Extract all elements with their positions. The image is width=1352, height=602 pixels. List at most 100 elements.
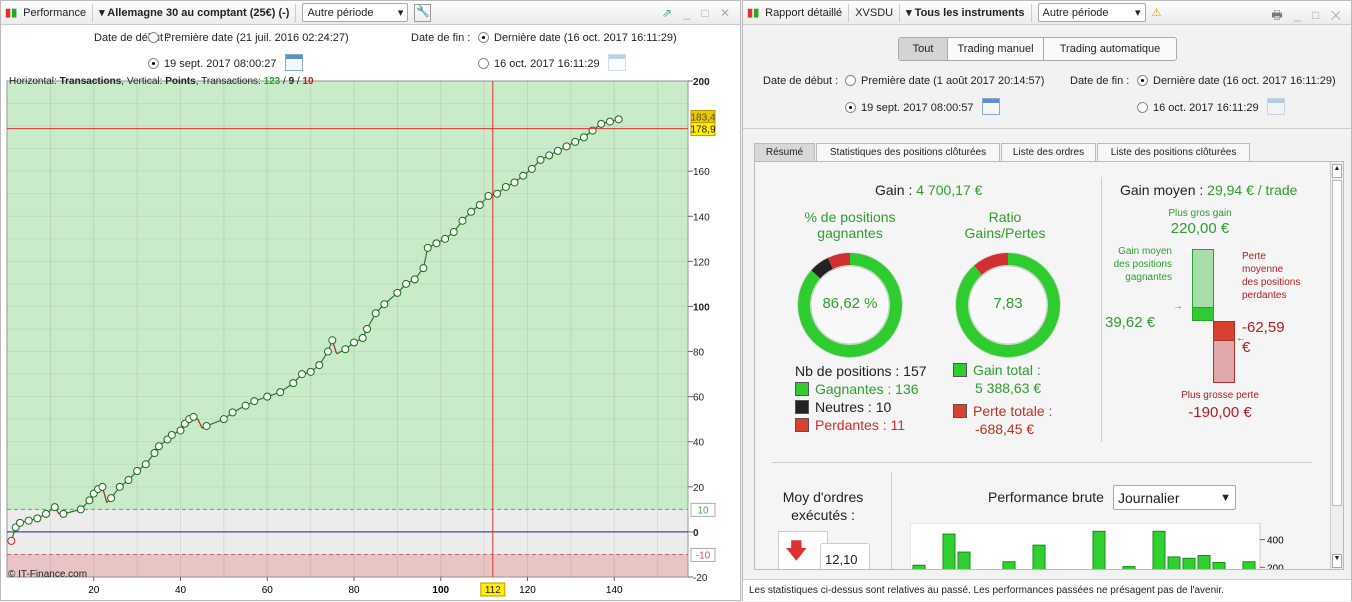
window-controls[interactable]: 🖶 _ □ ✕ [1271,6,1345,27]
scroll-up-button[interactable]: ▲ [1332,164,1342,178]
y-tick-label: 120 [693,257,710,268]
period-select[interactable]: Autre période ▾ [302,3,409,22]
data-point [432,239,441,248]
calendar-icon[interactable] [607,54,626,71]
black-swatch [795,400,809,414]
data-point [24,516,33,525]
end-custom-label: 16 oct. 2017 16:11:29 [494,58,600,70]
chevron-down-icon: ▾ [397,7,404,19]
last-value-label: 183,4 [690,112,715,123]
data-point [501,182,510,191]
data-point [323,347,332,356]
data-point [33,514,42,523]
y-tick-label: 60 [693,393,705,404]
data-point [393,288,402,297]
data-point [493,189,502,198]
start-first-label: Première date (1 août 2017 20:14:57) [861,75,1045,87]
tab-closed-stats[interactable]: Statistiques des positions clôturées [816,143,1000,161]
calendar-icon[interactable] [981,98,1000,115]
segment-auto[interactable]: Trading automatique [1044,38,1176,60]
end-custom-label: 16 oct. 2017 16:11:29 [1153,102,1259,114]
performance-bar-chart: 400 200 [910,523,1284,570]
perf-bar [957,551,971,569]
x-tick-label: 140 [606,585,623,596]
warning-icon[interactable]: ⚠ [1152,6,1162,19]
calendar-icon[interactable] [284,54,303,71]
orders-value: 12,10 [820,543,870,569]
data-point [545,151,554,160]
crosshair-x-label: 112 [485,585,501,596]
start-first-radio[interactable]: Première date (1 août 2017 20:14:57) [845,75,1044,87]
avg-loss-bar [1213,321,1235,341]
data-point [571,137,580,146]
watermark: © IT-Finance.com [8,569,88,580]
data-point [250,397,259,406]
data-point [423,243,432,252]
perf-bar [942,533,956,569]
period-select[interactable]: Autre période ▾ [1037,3,1146,22]
avg-loss-value: -62,59 € [1242,319,1285,356]
start-first-radio[interactable]: Première date (21 juil. 2016 02:24:27) [148,32,349,44]
x-tick-label: 40 [175,585,187,596]
arrow-right-icon: → [1173,301,1183,312]
perf-bar [1152,530,1166,569]
avg-win-value: 39,62 € [1105,314,1156,331]
upper-band-label: 10 [697,505,709,516]
segment-all[interactable]: Tout [899,38,948,60]
y-tick-label: 40 [693,438,705,449]
instrument-label: Allemagne 30 au comptant (25€) (-) [107,7,290,19]
data-point [358,334,367,343]
chart-info: Horizontal: Transactions, Vertical: Poin… [9,76,314,87]
end-last-radio[interactable]: Dernière date (16 oct. 2017 16:11:29) [478,32,677,44]
end-date-label: Date de fin : [1070,75,1130,87]
performance-chart[interactable]: 200160140120100806040200-2020 40 60 80 100 12… [1,71,741,602]
instrument-selector[interactable]: ▾ Allemagne 30 au comptant (25€) (-) [99,6,289,19]
data-point [536,155,545,164]
data-point [419,264,428,273]
data-point [363,325,372,333]
x-tick-label: 20 [88,585,100,596]
data-point [124,476,133,485]
neutrals-count: Neutres : 10 [815,399,892,415]
tab-summary[interactable]: Résumé [754,143,815,161]
calendar-icon[interactable] [1266,98,1285,115]
start-custom-radio[interactable]: 19 sept. 2017 08:00:27 [148,54,303,71]
perf-bar [1002,561,1016,569]
data-point [133,467,142,476]
perf-bar [1092,530,1106,569]
scroll-thumb[interactable] [1332,180,1342,506]
perf-bar [1182,557,1196,569]
winners-count: Gagnantes : 136 [815,381,919,397]
perf-bar [1242,561,1256,569]
perf-bar [1197,555,1211,569]
segment-manual[interactable]: Trading manuel [948,38,1044,60]
scroll-down-button[interactable]: ▼ [1332,554,1342,568]
avg-loss-label: Perte moyenne des positions perdantes [1242,251,1301,301]
account-label[interactable]: XVSDU [855,7,893,19]
data-point [410,275,419,284]
perf-bar [1167,556,1181,569]
tab-orders[interactable]: Liste des ordres [1001,143,1096,161]
scrollbar[interactable]: ▲ ▼ [1330,162,1343,569]
bar-y-tick-label: 200 [1267,563,1284,570]
max-gain-label: Plus gros gain [1168,208,1232,219]
perf-period-select[interactable]: Journalier ▼ [1113,485,1236,510]
performance-toolbar: ▮▮ Performance ▾ Allemagne 30 au comptan… [1,1,740,25]
tab-closed-positions[interactable]: Liste des positions clôturées [1097,143,1250,161]
y-tick-label: 80 [693,348,705,359]
window-controls[interactable]: ⇗ _ □ ✕ [662,6,734,20]
end-custom-radio[interactable]: 16 oct. 2017 16:11:29 [478,54,626,71]
data-point [219,415,228,424]
end-custom-radio[interactable]: 16 oct. 2017 16:11:29 [1137,98,1285,115]
data-point [202,421,211,430]
instruments-selector[interactable]: ▾ Tous les instruments [906,6,1024,19]
end-last-radio[interactable]: Dernière date (16 oct. 2017 16:11:29) [1137,75,1336,87]
data-point [449,228,458,237]
wrench-icon[interactable]: 🔧 [414,3,432,22]
start-custom-radio[interactable]: 19 sept. 2017 08:00:57 [845,98,1000,115]
y-tick-label: 200 [693,77,710,88]
data-point [605,117,614,126]
start-date-label: Date de début : [763,75,839,87]
data-point [315,361,324,370]
avg-win-bar [1192,307,1214,321]
